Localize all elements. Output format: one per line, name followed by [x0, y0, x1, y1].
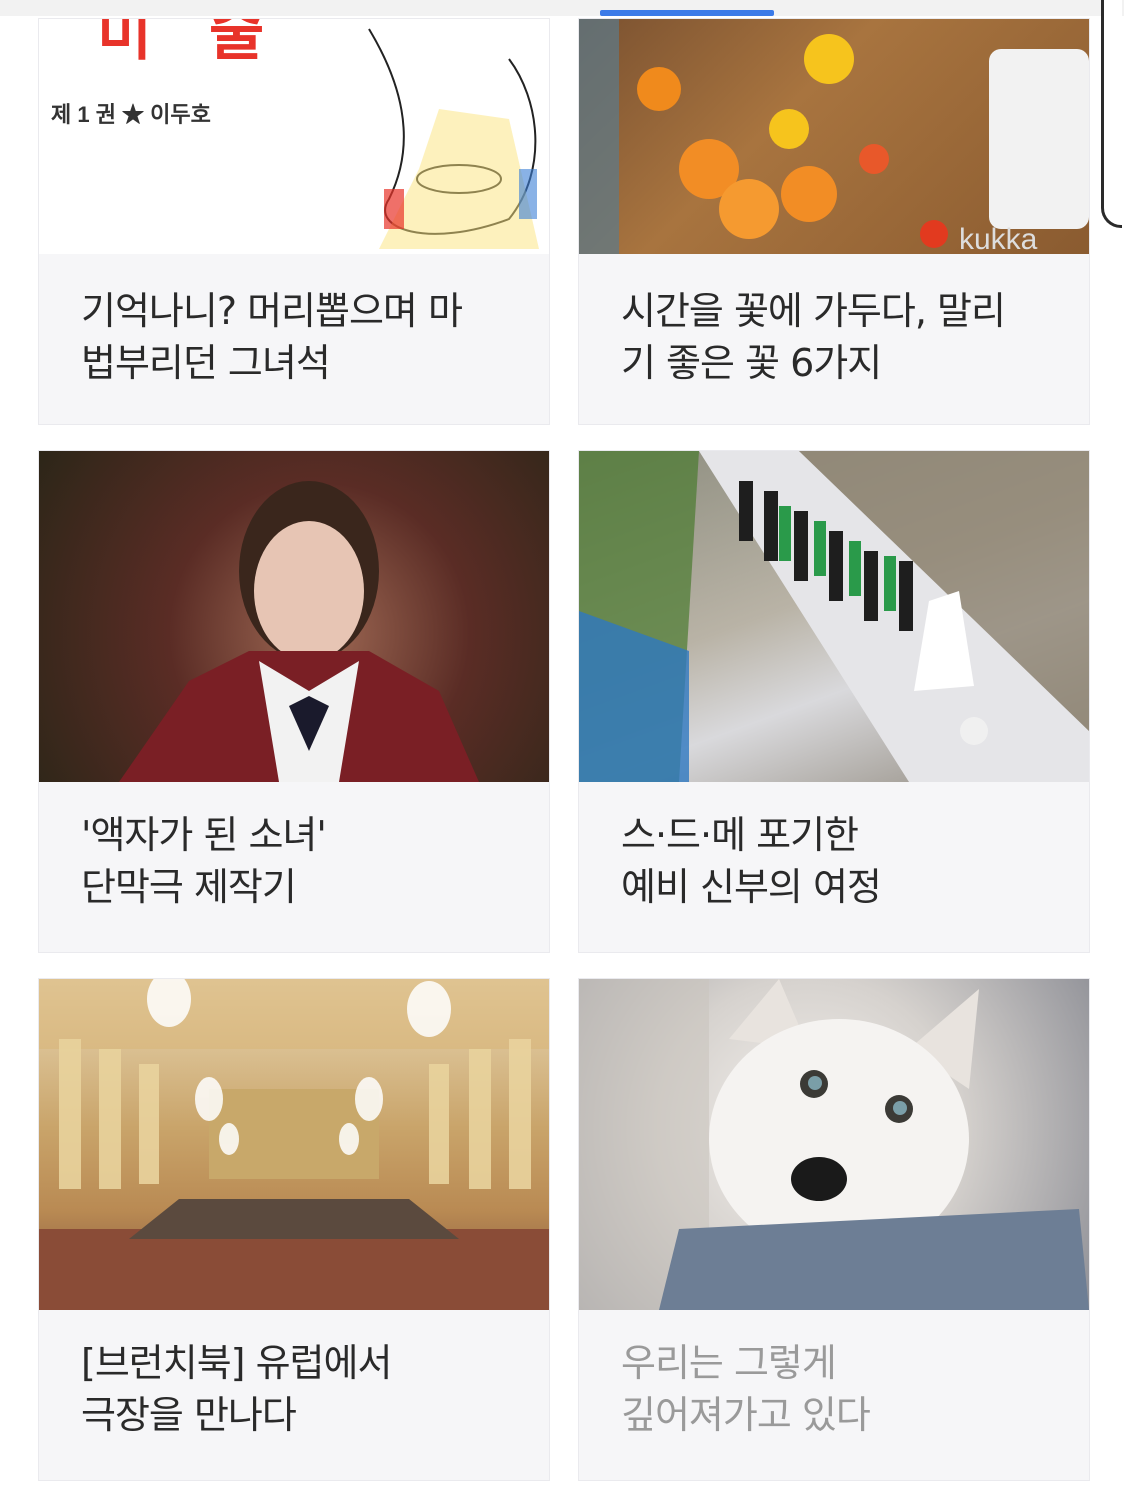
article-thumbnail: 미 술 제 1 권 ★ 이두호 — [39, 19, 549, 254]
article-title[interactable]: '액자가 된 소녀' 단막극 제작기 — [81, 809, 533, 913]
article-card[interactable]: 미 술 제 1 권 ★ 이두호 기억나니? 머리뽑으며 마 법부리던 그녀석 — [38, 18, 550, 425]
article-thumbnail — [579, 979, 1089, 1310]
edge-panel-handle[interactable] — [1101, 0, 1122, 228]
top-scroll-bar — [0, 0, 1124, 16]
comic-illustration-image: 미 술 제 1 권 ★ 이두호 — [51, 19, 539, 249]
wedding-party-image — [579, 451, 1089, 782]
article-thumbnail: kukka — [579, 19, 1089, 256]
drama-still-image — [119, 481, 479, 782]
watermark-text: kukka — [959, 223, 1038, 254]
article-title[interactable]: 우리는 그렇게 깊어져가고 있다 — [621, 1337, 1073, 1441]
article-title[interactable]: 시간을 꽃에 가두다, 말리 기 좋은 꽃 6가지 — [621, 285, 1073, 389]
article-card[interactable]: 스·드·메 포기한 예비 신부의 여정 — [578, 450, 1090, 953]
article-title[interactable]: [브런치북] 유럽에서 극장을 만나다 — [81, 1337, 533, 1441]
article-thumbnail — [39, 979, 549, 1310]
article-card[interactable]: kukka 시간을 꽃에 가두다, 말리 기 좋은 꽃 6가지 — [578, 18, 1090, 425]
svg-text:술: 술 — [209, 19, 264, 67]
article-title[interactable]: 기억나니? 머리뽑으며 마 법부리던 그녀석 — [81, 285, 533, 389]
article-thumbnail — [579, 451, 1089, 782]
article-thumbnail — [39, 451, 549, 782]
article-title[interactable]: 스·드·메 포기한 예비 신부의 여정 — [621, 809, 1073, 913]
article-card[interactable]: 우리는 그렇게 깊어져가고 있다 — [578, 978, 1090, 1481]
svg-text:미: 미 — [97, 19, 152, 67]
puppy-image — [579, 979, 1089, 1310]
article-card[interactable]: '액자가 된 소녀' 단막극 제작기 — [38, 450, 550, 953]
dried-flowers-image: kukka — [579, 19, 1089, 256]
tab-indicator — [600, 10, 774, 16]
concert-hall-image — [39, 979, 549, 1310]
comic-volume-text: 제 1 권 ★ 이두호 — [51, 102, 211, 127]
article-card[interactable]: [브런치북] 유럽에서 극장을 만나다 — [38, 978, 550, 1481]
